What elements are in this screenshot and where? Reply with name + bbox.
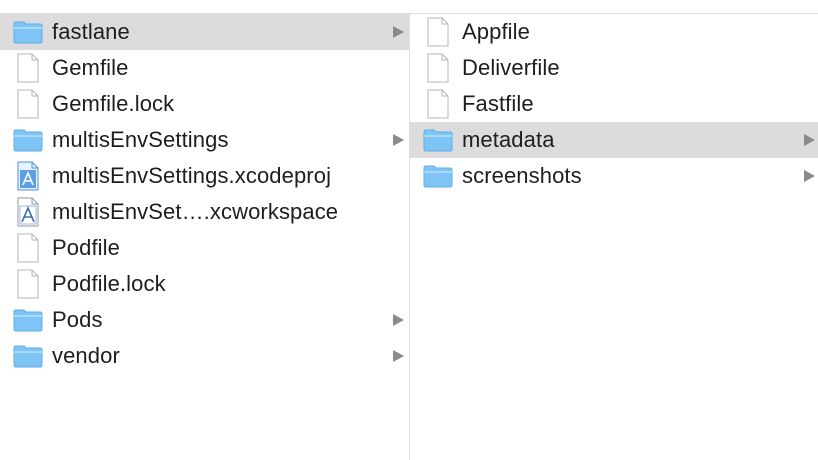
row-label: metadata — [462, 127, 555, 152]
xcworkspace-icon — [12, 196, 44, 228]
row-multisenvsettings[interactable]: multisEnvSettings — [0, 122, 409, 158]
finder-column-view: fastlane Gemfile Gemfile.lock multisEnvS… — [0, 0, 818, 460]
row-label: Deliverfile — [462, 55, 560, 80]
row-podfile[interactable]: Podfile — [0, 230, 409, 266]
row-metadata[interactable]: metadata — [410, 122, 818, 158]
row-label: multisEnvSettings.xcodeproj — [52, 163, 332, 188]
toolbar-edge — [0, 0, 818, 14]
row-deliverfile[interactable]: Deliverfile — [410, 50, 818, 86]
row-vendor[interactable]: vendor — [0, 338, 409, 374]
row-gemfile-lock[interactable]: Gemfile.lock — [0, 86, 409, 122]
folder-icon — [12, 304, 44, 336]
row-label: Pods — [52, 307, 103, 332]
document-icon — [12, 88, 44, 120]
document-icon — [12, 232, 44, 264]
row-appfile[interactable]: Appfile — [410, 14, 818, 50]
row-label: Appfile — [462, 19, 530, 44]
row-screenshots[interactable]: screenshots — [410, 158, 818, 194]
chevron-right-icon[interactable] — [804, 134, 815, 146]
document-icon — [422, 88, 454, 120]
document-icon — [12, 268, 44, 300]
row-label: Fastfile — [462, 91, 534, 116]
column-2[interactable]: Appfile Deliverfile Fastfile metadata sc… — [410, 14, 818, 460]
row-podfile-lock[interactable]: Podfile.lock — [0, 266, 409, 302]
row-fastfile[interactable]: Fastfile — [410, 86, 818, 122]
folder-icon — [422, 124, 454, 156]
row-label: Gemfile — [52, 55, 129, 80]
row-xcodeproj[interactable]: multisEnvSettings.xcodeproj — [0, 158, 409, 194]
row-label: Podfile — [52, 235, 120, 260]
folder-icon — [12, 124, 44, 156]
document-icon — [422, 16, 454, 48]
chevron-right-icon[interactable] — [804, 170, 815, 182]
row-label: vendor — [52, 343, 120, 368]
row-label: fastlane — [52, 19, 130, 44]
chevron-right-icon[interactable] — [393, 314, 404, 326]
row-label: screenshots — [462, 163, 582, 188]
row-label: Gemfile.lock — [52, 91, 175, 116]
row-xcworkspace[interactable]: multisEnvSet….xcworkspace — [0, 194, 409, 230]
folder-icon — [12, 340, 44, 372]
row-gemfile[interactable]: Gemfile — [0, 50, 409, 86]
row-pods[interactable]: Pods — [0, 302, 409, 338]
document-icon — [12, 52, 44, 84]
row-label: multisEnvSettings — [52, 127, 229, 152]
xcodeproj-icon — [12, 160, 44, 192]
row-fastlane[interactable]: fastlane — [0, 14, 409, 50]
chevron-right-icon[interactable] — [393, 26, 404, 38]
chevron-right-icon[interactable] — [393, 350, 404, 362]
chevron-right-icon[interactable] — [393, 134, 404, 146]
folder-icon — [12, 16, 44, 48]
row-label: multisEnvSet….xcworkspace — [52, 199, 339, 224]
column-1[interactable]: fastlane Gemfile Gemfile.lock multisEnvS… — [0, 14, 409, 460]
folder-icon — [422, 160, 454, 192]
document-icon — [422, 52, 454, 84]
row-label: Podfile.lock — [52, 271, 166, 296]
